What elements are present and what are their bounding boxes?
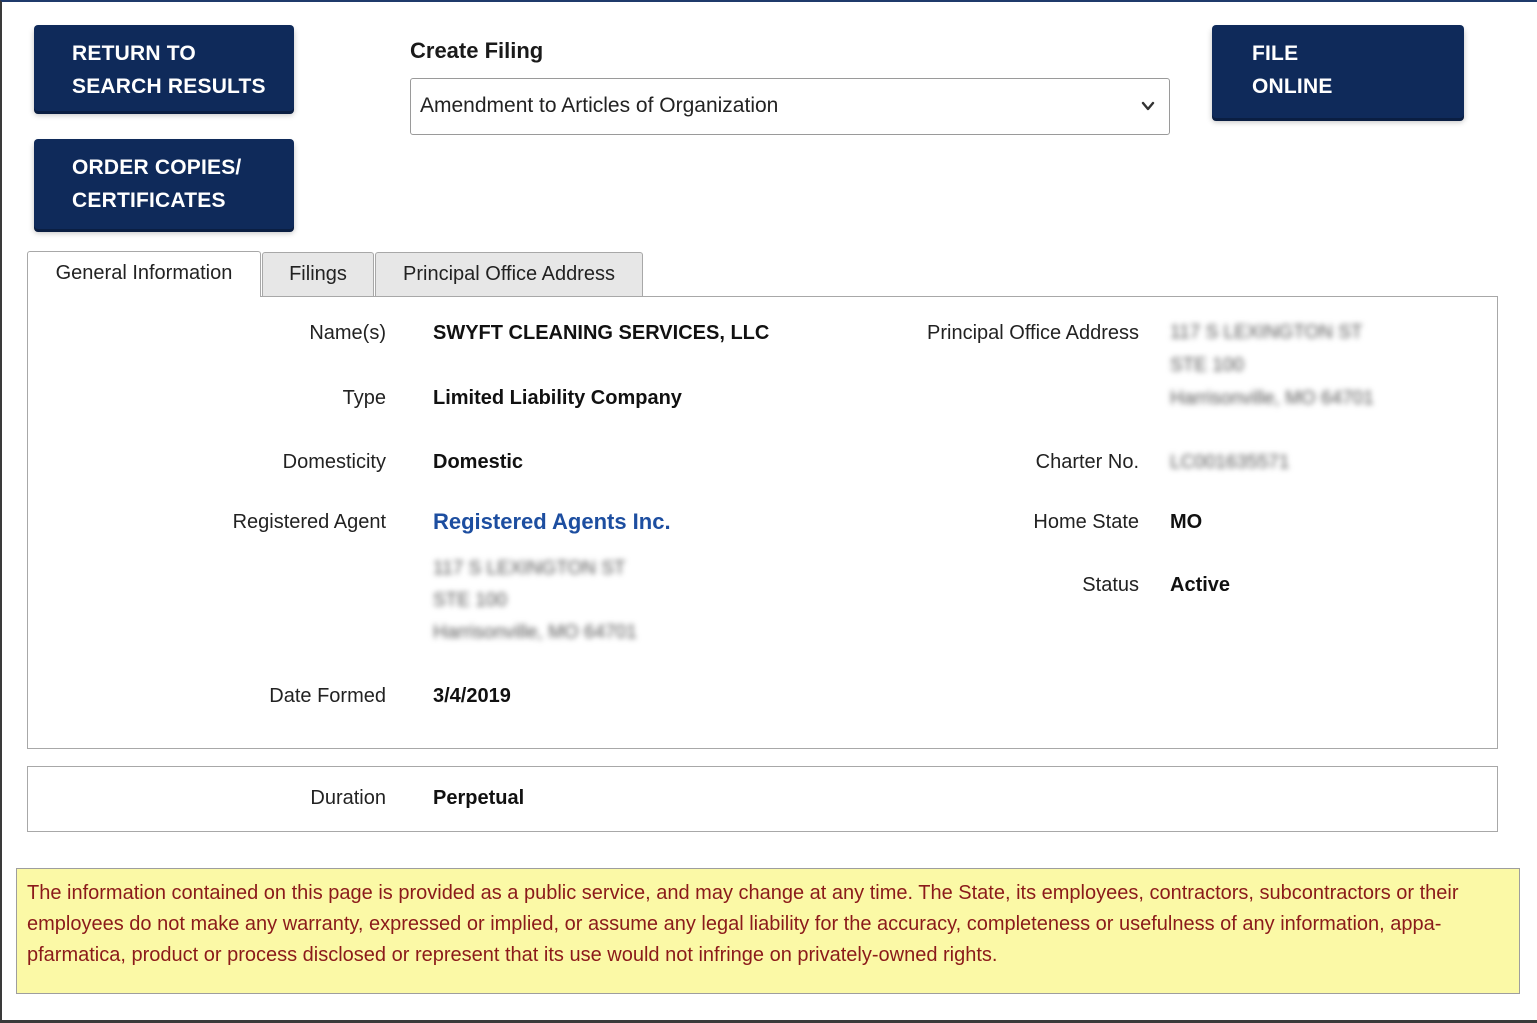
registered-agent-address-line3: Harrisonville, MO 64701	[433, 622, 637, 643]
public-service-disclaimer: The information contained on this page i…	[16, 868, 1520, 994]
domesticity-value: Domestic	[433, 451, 524, 473]
principal-address-line1: 117 S LEXINGTON ST	[1170, 322, 1363, 343]
status-value: Active	[1170, 574, 1231, 596]
home-state-label: Home State	[1033, 511, 1139, 533]
names-value: SWYFT CLEANING SERVICES, LLC	[433, 322, 770, 344]
chevron-down-icon	[1141, 101, 1155, 111]
create-filing-label: Create Filing	[410, 38, 544, 63]
duration-panel: Duration Perpetual	[27, 766, 1498, 832]
create-filing-select[interactable]: Amendment to Articles of Organization	[410, 78, 1170, 135]
tab-principal-office-address[interactable]: Principal Office Address	[375, 252, 643, 296]
registered-agent-address-line1: 117 S LEXINGTON ST	[433, 558, 626, 579]
return-to-search-results-button[interactable]: RETURN TO SEARCH RESULTS	[34, 25, 294, 111]
duration-label: Duration	[310, 787, 386, 809]
tab-general-information[interactable]: General Information	[27, 251, 261, 297]
registered-agent-label: Registered Agent	[232, 511, 386, 533]
principal-address-line2: STE 100	[1170, 355, 1244, 376]
business-entity-detail-page: RETURN TO SEARCH RESULTS ORDER COPIES/ C…	[0, 0, 1537, 1023]
registered-agent-link[interactable]: Registered Agents Inc.	[433, 509, 671, 535]
charter-number-value: LC001635571	[1170, 452, 1290, 473]
duration-value: Perpetual	[433, 787, 525, 809]
create-filing-selected-value: Amendment to Articles of Organization	[420, 94, 779, 117]
general-information-panel: Name(s) SWYFT CLEANING SERVICES, LLC Typ…	[27, 296, 1498, 749]
names-label: Name(s)	[309, 322, 386, 344]
date-formed-label: Date Formed	[269, 685, 386, 707]
principal-address-line3: Harrisonville, MO 64701	[1170, 388, 1374, 409]
registered-agent-address-line2: STE 100	[433, 590, 507, 611]
date-formed-value: 3/4/2019	[433, 685, 511, 707]
status-label: Status	[1082, 574, 1139, 596]
principal-office-address-label: Principal Office Address	[927, 322, 1139, 344]
type-value: Limited Liability Company	[433, 387, 682, 409]
home-state-value: MO	[1170, 511, 1203, 533]
file-online-button[interactable]: FILE ONLINE	[1212, 25, 1464, 118]
domesticity-label: Domesticity	[282, 451, 386, 473]
order-copies-certificates-button[interactable]: ORDER COPIES/ CERTIFICATES	[34, 139, 294, 229]
tab-filings[interactable]: Filings	[262, 252, 374, 296]
charter-number-label: Charter No.	[1035, 451, 1139, 473]
type-label: Type	[342, 387, 386, 409]
